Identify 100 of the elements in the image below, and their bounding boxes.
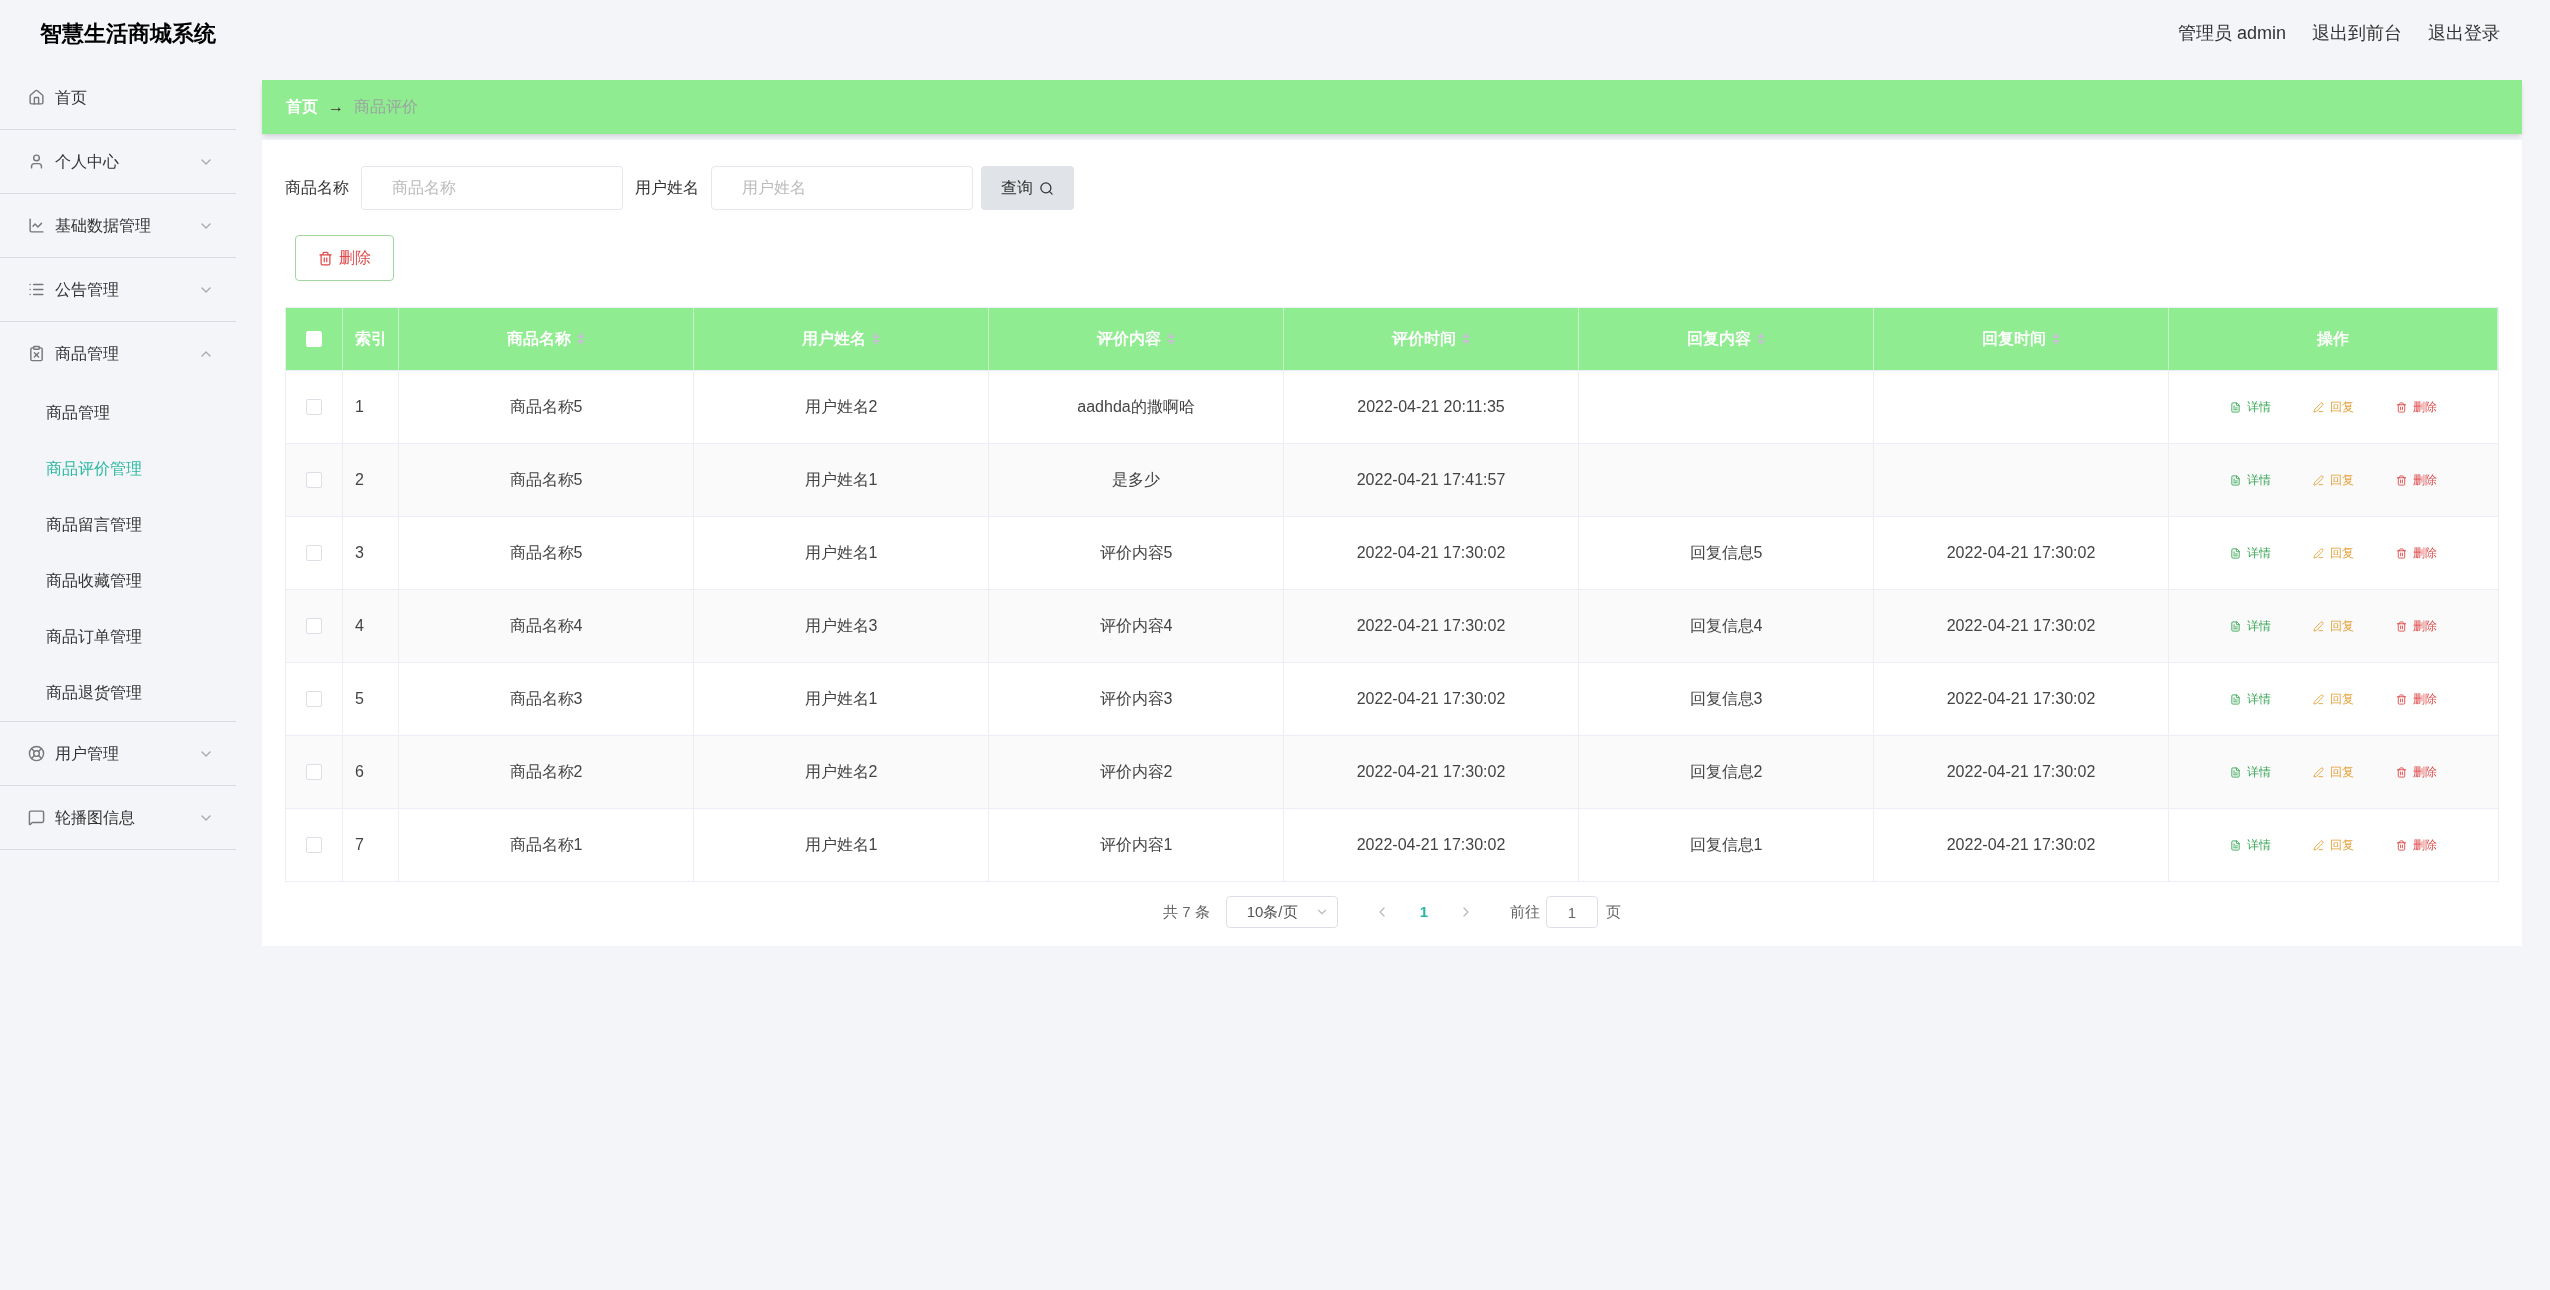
sidebar-item[interactable]: 基础数据管理 <box>0 194 236 257</box>
row-action-button[interactable]: 删除 <box>2382 611 2451 641</box>
row-action-button[interactable]: 回复 <box>2299 684 2368 714</box>
table-cell-text: 2022-04-21 17:30:02 <box>1946 689 2096 709</box>
row-action-button[interactable]: 详情 <box>2216 611 2285 641</box>
row-action-button[interactable]: 详情 <box>2216 830 2285 860</box>
row-action-button[interactable]: 删除 <box>2382 465 2451 495</box>
table-cell-text: 商品名称5 <box>509 470 583 490</box>
goto-label: 前往 <box>1510 901 1540 922</box>
menu-icon <box>28 217 45 234</box>
trash-icon <box>2396 547 2407 559</box>
trash-icon <box>2396 839 2407 851</box>
table-cell-text: 用户姓名1 <box>804 470 878 490</box>
header-link[interactable]: 管理员 admin <box>2177 19 2286 47</box>
menu-icon <box>28 281 45 298</box>
page-number[interactable]: 1 <box>1405 900 1442 924</box>
table-cell-text: 2022-04-21 17:30:02 <box>1356 543 1506 563</box>
table-cell-text: 7 <box>355 835 364 855</box>
table-cell-text: 评价内容4 <box>1099 616 1173 636</box>
search-button[interactable]: 查询 <box>981 166 1074 210</box>
submenu-item[interactable]: 商品管理 <box>0 385 236 441</box>
document-icon <box>2230 620 2241 632</box>
row-action-button[interactable]: 回复 <box>2299 465 2368 495</box>
document-icon <box>2230 693 2241 705</box>
sidebar-item[interactable]: 首页 <box>0 66 236 129</box>
trash-icon <box>2396 693 2407 705</box>
document-icon <box>2230 766 2241 778</box>
row-action-button[interactable]: 回复 <box>2299 392 2368 422</box>
table-cell-text: 用户姓名2 <box>804 397 878 417</box>
menu-icon <box>28 153 45 170</box>
menu-icon <box>28 345 45 362</box>
document-icon <box>2230 401 2241 413</box>
header-link[interactable]: 退出登录 <box>2428 19 2500 47</box>
header-link[interactable]: 退出到前台 <box>2312 19 2402 47</box>
pen-icon <box>2313 401 2324 413</box>
table-cell-text: 用户姓名2 <box>804 762 878 782</box>
table-cell-text: 2022-04-21 17:30:02 <box>1356 762 1506 782</box>
goto-suffix: 页 <box>1606 901 1621 922</box>
checkbox[interactable] <box>306 545 322 561</box>
row-action-button[interactable]: 详情 <box>2216 538 2285 568</box>
sidebar-item[interactable]: 轮播图信息 <box>0 786 236 849</box>
table-cell-text: 用户姓名1 <box>804 689 878 709</box>
table-cell-text: 商品名称4 <box>509 616 583 636</box>
search-field[interactable]: 商品名称 <box>361 166 623 210</box>
table-cell-text: 商品名称5 <box>509 543 583 563</box>
checkbox[interactable] <box>306 764 322 780</box>
submenu-item[interactable]: 商品留言管理 <box>0 497 236 553</box>
sidebar-item[interactable]: 商品管理 <box>0 322 236 385</box>
menu-icon <box>28 745 45 762</box>
document-icon <box>2230 547 2241 559</box>
page-size-select[interactable]: 10条/页 <box>1225 896 1338 928</box>
submenu-item[interactable]: 商品订单管理 <box>0 609 236 665</box>
submenu-item[interactable]: 商品评价管理 <box>0 441 236 497</box>
table-cell-text: 评价内容2 <box>1099 762 1173 782</box>
submenu-item[interactable]: 商品退货管理 <box>0 665 236 721</box>
table-cell-text: 回复信息1 <box>1689 835 1763 855</box>
checkbox[interactable] <box>306 691 322 707</box>
table-cell-text: 用户姓名3 <box>804 616 878 636</box>
row-action-button[interactable]: 详情 <box>2216 757 2285 787</box>
table-cell-text: 是多少 <box>1112 470 1160 490</box>
pen-icon <box>2313 620 2324 632</box>
row-action-button[interactable]: 删除 <box>2382 538 2451 568</box>
trash-icon <box>2396 474 2407 486</box>
table-cell-text: 2022-04-21 17:30:02 <box>1356 616 1506 636</box>
search-icon <box>1039 180 1054 196</box>
table-cell-text: 6 <box>355 762 364 782</box>
row-action-button[interactable]: 删除 <box>2382 684 2451 714</box>
table-cell-text: 2022-04-21 17:30:02 <box>1946 543 2096 563</box>
row-action-button[interactable]: 回复 <box>2299 757 2368 787</box>
delete-button[interactable]: 删除 <box>295 235 394 281</box>
checkbox[interactable] <box>306 837 322 853</box>
row-action-button[interactable]: 删除 <box>2382 392 2451 422</box>
pen-icon <box>2313 693 2324 705</box>
sidebar-item[interactable]: 用户管理 <box>0 722 236 785</box>
row-action-button[interactable]: 详情 <box>2216 465 2285 495</box>
table-cell-text: 2022-04-21 17:30:02 <box>1356 835 1506 855</box>
checkbox[interactable] <box>306 472 322 488</box>
checkbox[interactable] <box>306 618 322 634</box>
table-cell-text: 2022-04-21 17:30:02 <box>1946 616 2096 636</box>
table-cell-text: 2022-04-21 17:30:02 <box>1946 762 2096 782</box>
sidebar-item[interactable]: 个人中心 <box>0 130 236 193</box>
table-cell-text: 5 <box>355 689 364 709</box>
row-action-button[interactable]: 详情 <box>2216 684 2285 714</box>
field-label: 用户姓名 <box>635 178 699 198</box>
sidebar-item[interactable]: 公告管理 <box>0 258 236 321</box>
pen-icon <box>2313 474 2324 486</box>
row-action-button[interactable]: 删除 <box>2382 757 2451 787</box>
row-action-button[interactable]: 回复 <box>2299 611 2368 641</box>
row-action-button[interactable]: 回复 <box>2299 538 2368 568</box>
row-action-button[interactable]: 回复 <box>2299 830 2368 860</box>
document-icon <box>2230 839 2241 851</box>
row-action-button[interactable]: 删除 <box>2382 830 2451 860</box>
table-cell-text: 2022-04-21 17:41:57 <box>1356 470 1506 490</box>
submenu-item[interactable]: 商品收藏管理 <box>0 553 236 609</box>
table-cell-text: 商品名称5 <box>509 397 583 417</box>
row-action-button[interactable]: 详情 <box>2216 392 2285 422</box>
checkbox[interactable] <box>306 399 322 415</box>
menu-icon <box>28 809 45 826</box>
search-field[interactable]: 用户姓名 <box>711 166 973 210</box>
goto-page-field[interactable]: 1 <box>1546 896 1598 928</box>
